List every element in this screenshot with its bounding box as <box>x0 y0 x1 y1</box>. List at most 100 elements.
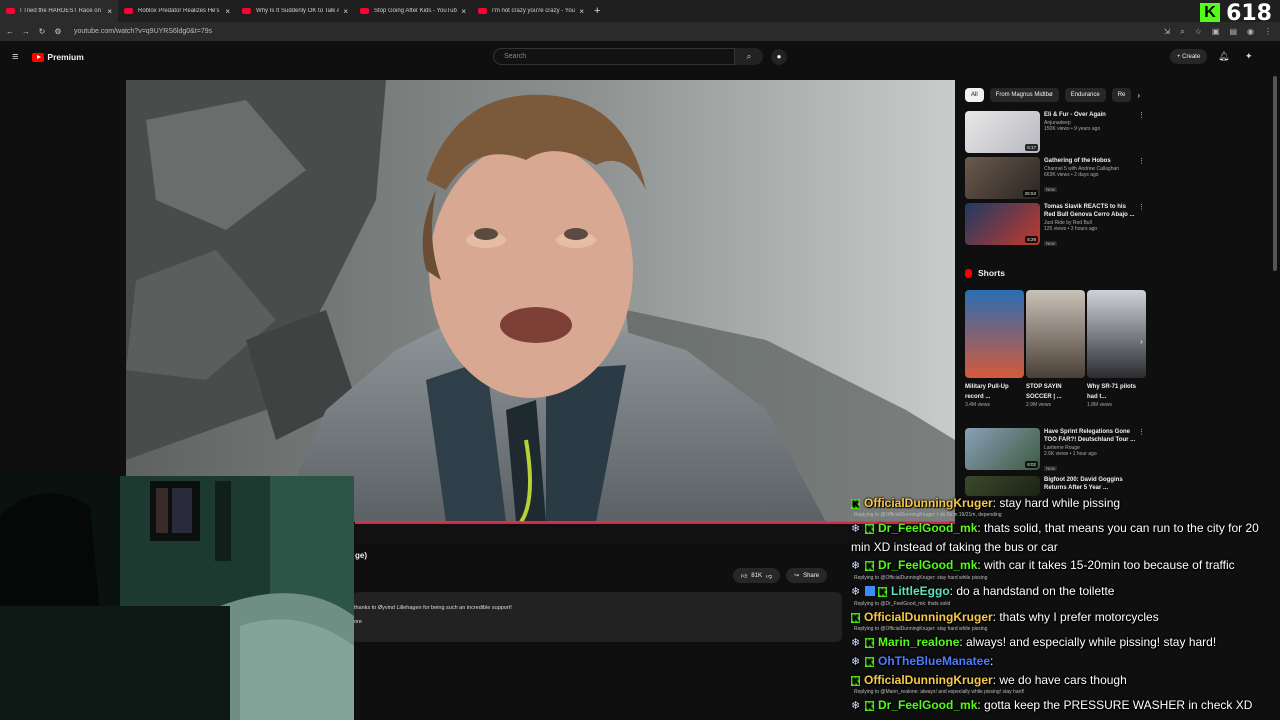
browser-address-bar: ← → ↻ ⚙ youtube.com/watch?v=q9UYRS6ldg0&… <box>0 22 1280 41</box>
video-description[interactable]: thanks to Øyvind Lillehagen for being su… <box>352 592 842 642</box>
recommendation-item[interactable]: 5:29 Tomas Slavik REACTS to his Red Bull… <box>965 203 1145 246</box>
thumbs-down-icon[interactable]: 👎︎ <box>766 572 772 580</box>
more-options-icon[interactable]: ⋮ <box>1138 111 1145 119</box>
more-options-icon[interactable]: ⋮ <box>1138 203 1145 211</box>
close-icon[interactable]: × <box>579 7 584 16</box>
more-options-icon[interactable]: ⋮ <box>1138 428 1145 436</box>
chat-text: : always! and especially while pissing! … <box>959 635 1217 649</box>
short-info: Why SR-71 pilots had t... 1.8M views <box>1087 384 1137 408</box>
notifications-bell-icon[interactable]: 🔔︎ <box>1218 51 1229 62</box>
video-thumbnail: 25:53 <box>965 157 1040 199</box>
recommendation-item[interactable]: 5:17 Eli & Fur - Over Again Anjunadeep 150… <box>965 111 1145 153</box>
account-avatar[interactable]: ✦ <box>1245 51 1253 62</box>
chat-message: ❄ K Marin_realone: always! and especially … <box>848 633 1280 652</box>
description-text: thanks to Øyvind Lillehagen for being su… <box>354 605 512 611</box>
snowflake-badge-icon: ❄ <box>851 560 861 572</box>
chip-all[interactable]: All <box>965 88 984 102</box>
site-info-icon[interactable]: ⚙ <box>52 27 64 36</box>
kick-badge-icon: K <box>865 701 874 711</box>
kick-badge-icon: K <box>865 638 874 648</box>
chat-username: OfficialDunningKruger <box>864 610 993 624</box>
chevron-right-icon[interactable]: › <box>1140 337 1143 346</box>
more-options-icon[interactable]: ⋮ <box>1138 157 1145 165</box>
chip-re[interactable]: Re <box>1111 88 1132 102</box>
new-badge: New <box>1044 241 1058 246</box>
browser-tab-bar: I Tried the HARDEST Race on th × Roblox P… <box>0 0 1280 22</box>
recommendation-title: Have Sprint Relegations Gone TOO FAR?! D… <box>1044 429 1136 443</box>
chat-message: K OfficialDunningKruger: we do have cars … <box>848 671 1280 696</box>
chat-text: : gotta keep the PRESSURE WASHER in chec… <box>977 698 1253 712</box>
recommendation-title: Eli & Fur - Over Again <box>1044 112 1106 118</box>
like-button[interactable]: 👍︎ 81K 👎︎ <box>733 568 781 583</box>
video-meta: 150K views • 9 years ago <box>1044 126 1101 132</box>
shorts-header: Shorts <box>965 268 1005 278</box>
browser-tab[interactable]: Why Is It Suddenly OK to Talk A × <box>236 0 354 22</box>
search-input[interactable]: Search <box>493 48 735 65</box>
short-info: Military Pull-Up record ... 3.4M views <box>965 384 1009 408</box>
close-icon[interactable]: × <box>107 7 112 16</box>
install-icon[interactable]: ⇲ <box>1164 27 1171 37</box>
share-button[interactable]: ↪ Share <box>786 568 828 583</box>
youtube-icon <box>360 8 369 14</box>
forward-icon[interactable]: → <box>20 27 32 36</box>
snowflake-badge-icon: ❄ <box>851 637 861 649</box>
new-tab-button[interactable]: + <box>594 5 600 17</box>
video-meta: 663K views • 2 days ago <box>1044 172 1099 178</box>
duration-badge: 8:02 <box>1025 461 1038 468</box>
recommendation-title: Bigfoot 200: David Goggins Returns After… <box>1044 477 1123 491</box>
reload-icon[interactable]: ↻ <box>36 27 48 36</box>
close-icon[interactable]: × <box>225 7 230 16</box>
chip-from-channel[interactable]: From Magnus Midtbø <box>989 88 1059 102</box>
youtube-icon <box>6 8 15 14</box>
back-icon[interactable]: ← <box>4 27 16 36</box>
microphone-icon[interactable]: ● <box>771 49 787 65</box>
browser-tab[interactable]: I'm not crazy you're crazy - You × <box>472 0 590 22</box>
snowflake-badge-icon: ❄ <box>851 523 861 535</box>
recommendation-item[interactable]: Bigfoot 200: David Goggins Returns After… <box>965 476 1145 496</box>
video-meta: 125 views • 3 hours ago <box>1044 226 1098 232</box>
video-frame-image <box>126 80 955 522</box>
hamburger-menu-icon[interactable]: ≡ <box>12 51 18 63</box>
browser-tab[interactable]: Roblox Predator Realizes He's B × <box>118 0 236 22</box>
close-icon[interactable]: × <box>343 7 348 16</box>
chat-message: K OfficialDunningKruger: stay hard while … <box>848 494 1280 512</box>
chevron-right-icon[interactable]: › <box>1137 91 1140 100</box>
short-thumbnail[interactable] <box>1026 290 1085 378</box>
video-thumbnail: 5:17 <box>965 111 1040 153</box>
close-icon[interactable]: × <box>461 7 466 16</box>
cast-icon[interactable]: ▤ <box>1229 27 1237 37</box>
page-scrollbar[interactable] <box>1273 76 1277 271</box>
video-player[interactable] <box>126 80 955 522</box>
chat-username: Dr_FeelGood_mk <box>878 698 978 712</box>
search-icon[interactable]: ⌕ <box>735 48 763 65</box>
chat-username: Dr_FeelGood_mk <box>878 521 978 535</box>
chip-endurance[interactable]: Endurance <box>1064 88 1106 102</box>
browser-tab[interactable]: I Tried the HARDEST Race on th × <box>0 0 118 22</box>
youtube-masthead: ≡ Premium Search ⌕ ● + Create 🔔︎ ✦ <box>0 41 1280 73</box>
youtube-logo[interactable]: Premium <box>32 52 84 62</box>
short-thumbnail[interactable] <box>1087 290 1146 378</box>
bookmark-star-icon[interactable]: ☆ <box>1195 27 1202 37</box>
create-button[interactable]: + Create <box>1170 49 1208 64</box>
extensions-icon[interactable]: ▣ <box>1212 27 1220 37</box>
chat-username: OfficialDunningKruger <box>864 673 993 687</box>
profile-icon[interactable]: ◉ <box>1247 27 1254 37</box>
description-more-link[interactable]: ore <box>354 619 840 625</box>
shorts-icon <box>965 268 972 278</box>
url-field[interactable]: youtube.com/watch?v=q9UYRS6ldg0&t=79s <box>74 28 212 35</box>
chat-text: : we do have cars though <box>992 673 1127 687</box>
kick-badge-icon: K <box>865 657 874 667</box>
short-thumbnail[interactable] <box>965 290 1024 378</box>
zoom-icon[interactable]: ⌕ <box>1180 27 1184 37</box>
recommendation-title: Gathering of the Hobos <box>1044 158 1111 164</box>
chat-message: ❄ K Dr_FeelGood_mk: gotta keep the PRESSUR… <box>848 696 1280 715</box>
recommendation-item[interactable]: 8:02 Have Sprint Relegations Gone TOO FA… <box>965 428 1145 471</box>
recommendation-item[interactable]: 25:53 Gathering of the Hobos Channel 5 wi… <box>965 157 1145 199</box>
cube-badge-icon <box>865 586 875 596</box>
browser-tab[interactable]: Stop Going After Kids - YouTub × <box>354 0 472 22</box>
new-badge: New <box>1044 187 1058 192</box>
chat-text: : with car it takes 15-20min too because… <box>977 558 1235 572</box>
kick-logo-icon: K <box>1200 3 1221 23</box>
kick-badge-icon: K <box>865 561 874 571</box>
browser-menu-icon[interactable]: ⋮ <box>1264 27 1272 37</box>
